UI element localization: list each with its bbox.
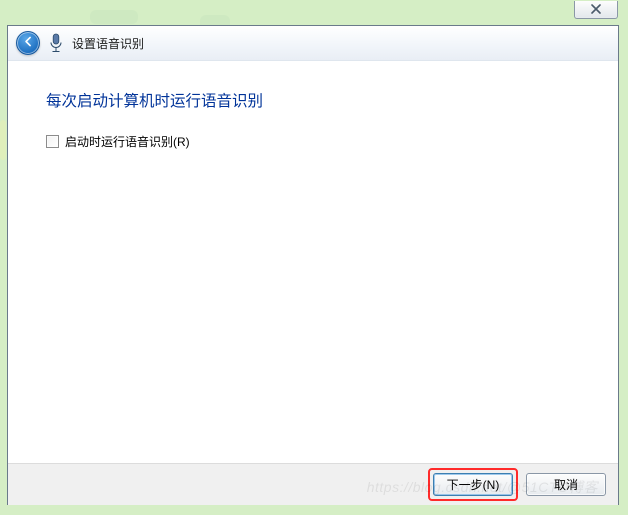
wizard-footer: 下一步(N) 取消 [8, 463, 618, 505]
checkbox-label: 启动时运行语音识别(R) [65, 133, 190, 150]
background-blur-shape [0, 120, 6, 160]
wizard-header: 设置语音识别 [8, 26, 618, 61]
next-button[interactable]: 下一步(N) [433, 473, 513, 496]
microphone-icon [47, 32, 65, 54]
checkbox-icon [46, 135, 59, 148]
arrow-left-icon [22, 35, 35, 51]
background-blur-shape [90, 10, 138, 24]
annotation-highlight: 下一步(N) [428, 468, 518, 501]
wizard-window: 设置语音识别 每次启动计算机时运行语音识别 启动时运行语音识别(R) 下一步(N… [7, 25, 619, 505]
window-close-button[interactable] [574, 1, 618, 19]
wizard-body: 每次启动计算机时运行语音识别 启动时运行语音识别(R) [8, 61, 618, 463]
run-at-startup-checkbox[interactable]: 启动时运行语音识别(R) [46, 133, 580, 150]
close-icon [590, 3, 602, 17]
wizard-title: 设置语音识别 [72, 35, 144, 52]
page-heading: 每次启动计算机时运行语音识别 [46, 89, 580, 111]
cancel-button[interactable]: 取消 [526, 473, 606, 496]
back-button[interactable] [16, 31, 40, 55]
